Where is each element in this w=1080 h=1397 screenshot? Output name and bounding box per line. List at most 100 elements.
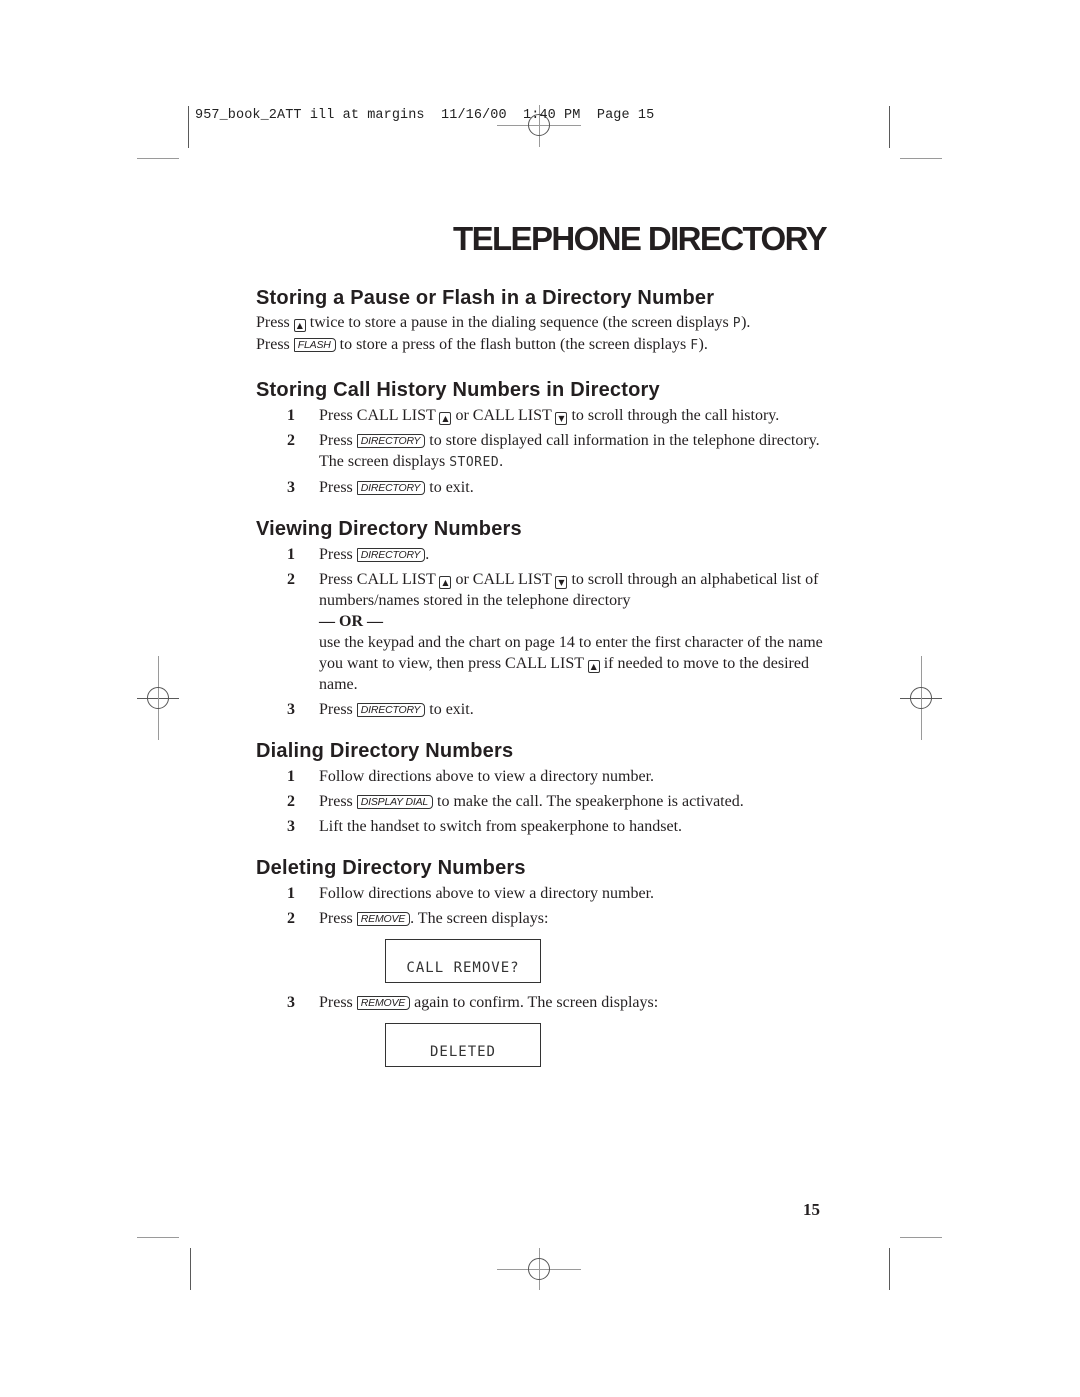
step-item: 3 Press REMOVE again to confirm. The scr… (256, 992, 836, 1013)
text: Press (319, 479, 353, 496)
text: Press (319, 432, 353, 449)
step-number: 1 (287, 885, 295, 902)
step-text: Press DIRECTORY to exit. (319, 477, 836, 498)
text: twice to store a pause in the dialing se… (309, 314, 729, 331)
directory-key-icon: DIRECTORY (356, 703, 426, 717)
step-item: 1 Follow directions above to view a dire… (256, 766, 836, 787)
section-viewing: Viewing Directory Numbers 1 Press DIRECT… (256, 515, 836, 720)
page-content: Storing a Pause or Flash in a Directory … (256, 284, 836, 1076)
step-item: 2 Press CALL LIST ▲ or CALL LIST ▼ to sc… (256, 569, 836, 695)
section-heading: Dialing Directory Numbers (256, 740, 514, 762)
step-text: Follow directions above to view a direct… (319, 768, 655, 785)
text: Press (319, 910, 353, 927)
step-text: Press CALL LIST ▲ or CALL LIST ▼ to scro… (319, 405, 836, 426)
directory-key-icon: DIRECTORY (356, 434, 426, 448)
step-text: Follow directions above to view a direct… (319, 885, 655, 902)
text: Press CALL LIST (319, 571, 436, 588)
display-dial-key-icon: DISPLAY DIAL (356, 795, 434, 809)
step-number: 1 (287, 546, 295, 563)
step-number: 3 (287, 818, 295, 835)
crop-mark (889, 106, 890, 148)
step-number: 3 (287, 994, 295, 1011)
text: or CALL LIST (455, 407, 552, 424)
remove-key-icon: REMOVE (356, 996, 411, 1010)
step-item: 2 Press REMOVE. The screen displays: (256, 908, 836, 929)
text: to exit. (429, 479, 474, 496)
section-heading: Deleting Directory Numbers (256, 857, 526, 879)
down-arrow-key-icon: ▼ (555, 576, 568, 589)
step-number: 2 (287, 793, 295, 810)
section-heading: Storing Call History Numbers in Director… (256, 379, 660, 401)
step-item: 3 Lift the handset to switch from speake… (256, 816, 836, 837)
crop-mark (137, 1237, 179, 1238)
up-arrow-key-icon: ▲ (439, 412, 452, 425)
text: . (499, 453, 504, 470)
text: again to confirm. The screen displays: (414, 994, 659, 1011)
lcd-screen-text: CALL REMOVE? (406, 960, 520, 976)
up-arrow-key-icon: ▲ (439, 576, 452, 589)
section-call-history: Storing Call History Numbers in Director… (256, 376, 836, 498)
crop-mark (900, 158, 942, 159)
step-number: 2 (287, 571, 295, 588)
text: ). (741, 314, 751, 331)
text: to scroll through the call history. (571, 407, 780, 424)
step-list: 1 Follow directions above to view a dire… (256, 883, 836, 1067)
text: . The screen displays: (410, 910, 549, 927)
crop-mark (137, 158, 179, 159)
step-text: Press DIRECTORY. (319, 544, 836, 565)
lcd-display-text: STORED (449, 455, 500, 470)
step-text: Press DIRECTORY to store displayed call … (319, 430, 836, 473)
step-item: 1 Press CALL LIST ▲ or CALL LIST ▼ to sc… (256, 405, 836, 426)
step-number: 1 (287, 407, 295, 424)
step-text: Press CALL LIST ▲ or CALL LIST ▼ to scro… (319, 569, 836, 695)
print-slug: 957_book_2ATT ill at margins 11/16/00 1:… (195, 108, 655, 123)
section-heading: Viewing Directory Numbers (256, 518, 522, 540)
step-number: 2 (287, 910, 295, 927)
flash-key-icon: FLASH (293, 338, 336, 352)
step-text: Press DIRECTORY to exit. (319, 699, 836, 720)
step-text: Press REMOVE again to confirm. The scree… (319, 992, 836, 1013)
step-text: Press DISPLAY DIAL to make the call. The… (319, 791, 836, 812)
text: or CALL LIST (455, 571, 552, 588)
text: to store a press of the flash button (th… (339, 336, 687, 353)
up-arrow-key-icon: ▲ (587, 660, 600, 673)
paragraph: Press ▲ twice to store a pause in the di… (256, 312, 836, 356)
crop-mark (889, 1248, 890, 1290)
lcd-display-text: P (732, 316, 742, 331)
section-deleting: Deleting Directory Numbers 1 Follow dire… (256, 854, 836, 1067)
text: Press (256, 314, 290, 331)
section-pause-flash: Storing a Pause or Flash in a Directory … (256, 284, 836, 356)
text: Press (256, 336, 290, 353)
text: Press (319, 994, 353, 1011)
text: Press (319, 546, 353, 563)
step-number: 1 (287, 768, 295, 785)
step-text: Press REMOVE. The screen displays: (319, 908, 836, 929)
remove-key-icon: REMOVE (356, 912, 411, 926)
step-item: 2 Press DIRECTORY to store displayed cal… (256, 430, 836, 473)
text: to exit. (429, 701, 474, 718)
crop-mark (190, 1248, 191, 1290)
step-item: 3 Press DIRECTORY to exit. (256, 477, 836, 498)
page-number: 15 (803, 1200, 820, 1219)
step-item: 2 Press DISPLAY DIAL to make the call. T… (256, 791, 836, 812)
step-item: 1 Press DIRECTORY. (256, 544, 836, 565)
text: Press (319, 701, 353, 718)
or-separator: — OR — (319, 613, 383, 630)
step-number: 2 (287, 432, 295, 449)
lcd-display-text: F (690, 338, 699, 353)
lcd-screen-box: DELETED (256, 1023, 836, 1067)
step-number: 3 (287, 701, 295, 718)
text: ). (698, 336, 708, 353)
step-item: 1 Follow directions above to view a dire… (256, 883, 836, 904)
directory-key-icon: DIRECTORY (356, 548, 426, 562)
text: . (425, 546, 430, 563)
step-list: 1 Press CALL LIST ▲ or CALL LIST ▼ to sc… (256, 405, 836, 498)
step-number: 3 (287, 479, 295, 496)
text: Press CALL LIST (319, 407, 436, 424)
down-arrow-key-icon: ▼ (555, 412, 568, 425)
lcd-screen-text: DELETED (429, 1044, 496, 1060)
directory-key-icon: DIRECTORY (356, 481, 426, 495)
up-arrow-key-icon: ▲ (293, 319, 306, 332)
page-title: TELEPHONE DIRECTORY (453, 220, 828, 257)
crop-mark (188, 106, 189, 148)
